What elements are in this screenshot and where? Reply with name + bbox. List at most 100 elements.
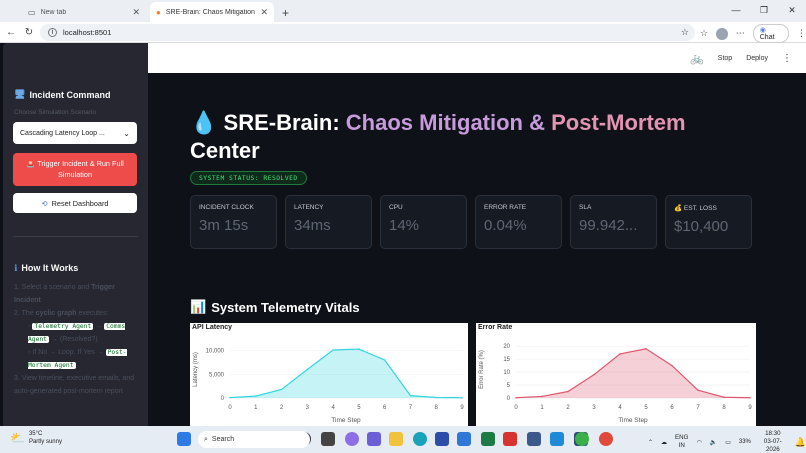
page-title: 💧 SRE-Brain: Chaos Mitigation & Post-Mor… xyxy=(190,109,750,165)
area-fill xyxy=(230,349,462,398)
url-input[interactable]: i localhost:8501 ☆ xyxy=(40,24,695,41)
error-rate-plot: 20 15 10 5 00 1 2 3 4 5 6 7 8 9 Error Rate (%) Time Ste… xyxy=(479,344,752,424)
time: 18:30 xyxy=(765,430,781,437)
menu-icon[interactable]: ⋮ xyxy=(797,28,806,39)
y-tick-label: 20 xyxy=(503,344,510,350)
data-point xyxy=(541,395,543,398)
mail-icon[interactable] xyxy=(457,432,471,446)
tab-new-tab[interactable]: ▭ New tab ✕ xyxy=(22,2,146,22)
profile-icon[interactable] xyxy=(716,27,728,40)
volume-icon[interactable]: 🔈 xyxy=(710,439,717,446)
y-tick-label: 5 xyxy=(507,383,511,389)
data-point xyxy=(749,396,751,399)
divider xyxy=(13,236,138,237)
y-tick-label: 10,000 xyxy=(206,349,225,355)
metric-value: 99.942... xyxy=(579,217,638,234)
deploy-button[interactable]: Deploy xyxy=(746,55,768,62)
chevron-up-icon[interactable]: ⌃ xyxy=(648,439,653,446)
metric-label-text: EST. LOSS xyxy=(683,205,717,212)
close-icon[interactable]: ✕ xyxy=(260,7,268,18)
x-tick-label: 0 xyxy=(514,405,518,411)
x-tick-label: 8 xyxy=(722,405,726,411)
more-icon[interactable]: ⋯ xyxy=(736,28,745,39)
lang-region: IN xyxy=(678,442,685,449)
favorites-icon[interactable]: ☆ xyxy=(700,28,708,39)
notification-icon[interactable]: 🔔 xyxy=(795,437,806,448)
sidebar-heading-text: Incident Command xyxy=(29,89,111,100)
cloud-icon[interactable]: ☁ xyxy=(661,439,667,446)
scenario-select[interactable]: Cascading Latency Loop ... ⌄ xyxy=(13,122,137,144)
acrobat-icon[interactable] xyxy=(503,432,517,446)
new-tab-button[interactable]: + xyxy=(282,6,289,20)
chrome-icon[interactable] xyxy=(575,432,589,446)
excel-icon[interactable] xyxy=(481,432,495,446)
taskbar-search[interactable]: ⌕ Search xyxy=(198,431,310,448)
telemetry-heading: 📊 System Telemetry Vitals xyxy=(190,299,360,315)
app-icon[interactable] xyxy=(527,432,541,446)
y-tick-label: 10 xyxy=(503,370,510,376)
metric-card-est-loss: 💰 EST. LOSS $10,400 xyxy=(665,195,752,249)
minimize-icon[interactable]: — xyxy=(722,0,750,20)
data-point xyxy=(515,396,517,399)
x-tick-label: 8 xyxy=(435,405,439,411)
weather-text: Partly sunny xyxy=(28,439,62,445)
metric-value: 34ms xyxy=(294,217,331,234)
reset-dashboard-button[interactable]: ⟲ Reset Dashboard xyxy=(13,193,137,213)
x-tick-label: 1 xyxy=(254,405,258,411)
task-view-icon[interactable] xyxy=(321,432,335,446)
tab-sre-brain[interactable]: ● SRE-Brain: Chaos Mitigation Cente ✕ xyxy=(150,2,274,22)
x-tick-label: 2 xyxy=(280,405,284,411)
metric-label: 💰 EST. LOSS xyxy=(674,204,743,212)
trigger-incident-button[interactable]: 🚨 Trigger Incident & Run Full Simulation xyxy=(13,153,137,186)
x-tick-label: 4 xyxy=(331,405,335,411)
metric-value: $10,400 xyxy=(674,218,729,235)
step-text: executes: xyxy=(76,310,109,317)
file-explorer-icon[interactable] xyxy=(389,432,403,446)
refresh-icon[interactable]: ↻ xyxy=(20,27,38,38)
clock[interactable]: 18:30 03-07-2026 xyxy=(759,430,787,453)
restore-icon[interactable]: ❐ xyxy=(750,0,778,20)
edge-icon[interactable] xyxy=(413,432,427,446)
battery-icon[interactable]: ▭ xyxy=(725,439,731,446)
metric-label: SLA xyxy=(579,204,592,211)
tab-label: SRE-Brain: Chaos Mitigation Cente xyxy=(165,8,256,16)
stop-button[interactable]: Stop xyxy=(718,55,732,62)
x-tick-label: 1 xyxy=(540,405,544,411)
browser-actions: ☆ ⋯ ◉ Chat ⋮ xyxy=(700,24,806,43)
computer-icon: 🖥 xyxy=(14,89,26,99)
data-point xyxy=(306,368,309,371)
trigger-incident-label: Trigger Incident & Run Full Simulation xyxy=(37,159,124,179)
tab-label: New tab xyxy=(40,8,67,16)
close-window-icon[interactable]: ✕ xyxy=(778,0,806,20)
close-icon[interactable]: ✕ xyxy=(132,7,140,18)
data-point xyxy=(619,353,621,355)
store-icon[interactable] xyxy=(435,432,449,446)
teams-icon[interactable] xyxy=(367,432,381,446)
x-tick-label: 3 xyxy=(592,405,596,411)
step-text: Select a scenario and xyxy=(21,284,92,291)
address-bar: ← ↻ i localhost:8501 ☆ ☆ ⋯ ◉ Chat ⋮ xyxy=(0,22,806,43)
siren-icon: 🚨 xyxy=(26,159,36,168)
data-point xyxy=(280,388,283,391)
star-icon[interactable]: ☆ xyxy=(681,27,689,38)
refresh-icon: ⟲ xyxy=(41,198,48,208)
data-point xyxy=(697,389,699,392)
windows-start-icon[interactable] xyxy=(177,432,191,446)
reset-dashboard-label: Reset Dashboard xyxy=(51,198,109,208)
chrome-icon[interactable] xyxy=(599,432,613,446)
chat-button[interactable]: ◉ Chat xyxy=(752,24,789,43)
copilot-app-icon[interactable] xyxy=(345,432,359,446)
data-point xyxy=(435,396,438,399)
language-indicator[interactable]: ENG IN xyxy=(675,434,688,450)
weather-widget[interactable]: ⛅ 35°C Partly sunny xyxy=(10,430,62,446)
metric-card-latency: LATENCY 34ms xyxy=(285,195,372,249)
step-2: 2. The cyclic graph executes: xyxy=(14,310,109,317)
main-menu-icon[interactable]: ⋮ xyxy=(782,53,792,64)
x-tick-label: 5 xyxy=(357,405,361,411)
back-icon[interactable]: ← xyxy=(2,27,20,38)
wifi-icon[interactable]: ◠ xyxy=(696,439,701,446)
x-axis-label: Time Step xyxy=(331,417,361,424)
metric-card-error-rate: ERROR RATE 0.04% xyxy=(475,195,562,249)
vscode-icon[interactable] xyxy=(550,432,564,446)
y-axis-label: Error Rate (%) xyxy=(479,350,485,389)
